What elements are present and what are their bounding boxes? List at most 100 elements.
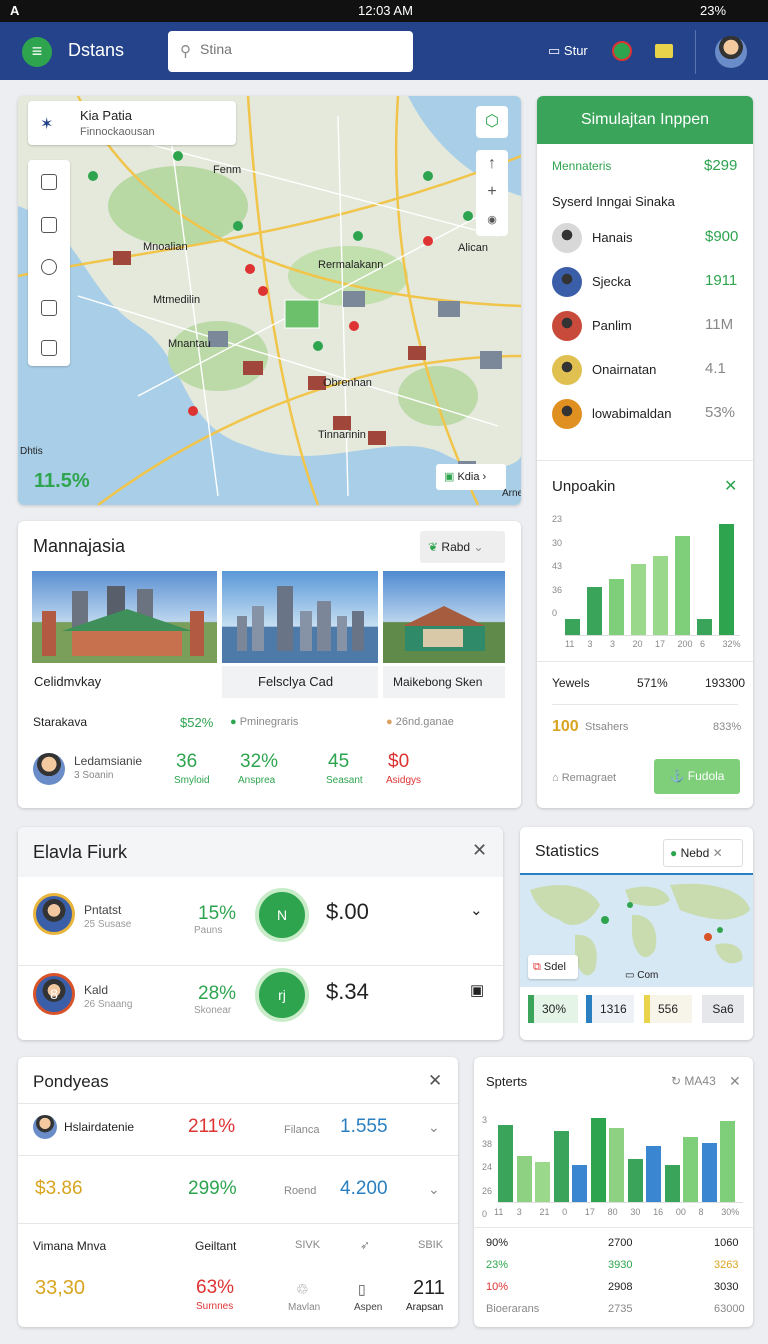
user-avatar[interactable]: [715, 36, 747, 68]
item-value: 1911: [705, 272, 738, 289]
chart-bar: [590, 1118, 606, 1202]
shield-icon[interactable]: ⬡: [476, 106, 508, 138]
status-badge[interactable]: N: [255, 888, 309, 942]
nebd-label: Nebd: [680, 846, 710, 860]
close-icon[interactable]: ✕: [729, 1073, 741, 1090]
tile-image[interactable]: [32, 571, 217, 663]
x-tick: 200: [677, 639, 693, 649]
map-toolbar: [28, 160, 70, 366]
zoom-in-button[interactable]: +: [476, 178, 508, 206]
grid-icon[interactable]: [41, 300, 57, 316]
message-icon[interactable]: [655, 44, 673, 58]
tag-icon: ●: [386, 716, 393, 728]
y-tick: 3: [482, 1115, 488, 1125]
chevron-down-icon[interactable]: ⌄: [470, 901, 483, 919]
x-tick: 80: [607, 1207, 618, 1217]
item-name: Sjecka: [592, 274, 632, 289]
book-icon[interactable]: [41, 340, 57, 356]
save-icon[interactable]: ▣: [470, 981, 484, 999]
chart-bar: [720, 1121, 735, 1202]
item-value: 53%: [705, 404, 736, 421]
compass-icon[interactable]: [41, 259, 57, 275]
map-label: Dhtis: [20, 446, 43, 457]
map-card[interactable]: Fenm Mnoalian Rermalakann Mtmedilin Alic…: [18, 96, 521, 505]
map-label: Alican: [458, 242, 488, 254]
row-name: Hslairdatenie: [64, 1120, 135, 1134]
map-chip-label: Kdia: [457, 471, 480, 483]
fudola-button[interactable]: ⚓ Fudola: [654, 759, 740, 794]
handshake-icon[interactable]: ♲: [296, 1281, 309, 1298]
chevron-down-icon[interactable]: ⌄: [428, 1119, 440, 1136]
icon-label: Arapsan: [406, 1302, 444, 1313]
stat-value: $0: [388, 751, 410, 772]
item-value: 11M: [705, 316, 734, 333]
chart-bar: [572, 1164, 587, 1202]
close-icon[interactable]: ✕: [713, 846, 723, 860]
location-icon: ✶: [40, 116, 54, 133]
bar-chart: [565, 516, 740, 636]
rabd-dropdown[interactable]: ❦ Rabd ⌄: [420, 531, 505, 563]
nebd-tag[interactable]: ● Nebd ✕: [663, 839, 743, 867]
map-chip[interactable]: ▣ Kdia ›: [436, 464, 506, 490]
shares-count: 100: [552, 718, 579, 735]
search-box[interactable]: ⚲: [168, 31, 413, 72]
nav-stur[interactable]: ▭ Stur: [548, 43, 588, 59]
map-label: Mtmedilin: [153, 294, 201, 306]
menu-icon[interactable]: ≡: [22, 37, 52, 67]
row-pct: 299%: [188, 1178, 237, 1199]
place-card[interactable]: ✶ Kia Patia Finnockaousan: [28, 101, 236, 145]
row-amount: 33,30: [35, 1277, 86, 1299]
item-name: lowabimaldan: [592, 406, 672, 421]
cell: 1060: [714, 1237, 739, 1249]
arrow-up-icon[interactable]: ↑: [476, 150, 508, 178]
manage-label: Remagraet: [561, 772, 617, 784]
x-tick: 3: [516, 1207, 522, 1217]
map-canvas[interactable]: [18, 96, 521, 505]
place-subtitle: Finnockaousan: [80, 126, 155, 138]
close-icon[interactable]: ✕: [472, 840, 487, 861]
close-icon[interactable]: ✕: [724, 476, 737, 496]
close-icon[interactable]: ✕: [428, 1071, 442, 1091]
row-amount: $.00: [326, 899, 369, 924]
layers-icon[interactable]: [41, 174, 57, 190]
cell: 2735: [608, 1303, 633, 1315]
spterts-card: Spterts ↻ MA43 ✕ 3 38 24 26 0 11 3 21 0 17 80 30 16…: [474, 1057, 753, 1327]
cell: 23%: [486, 1259, 509, 1271]
stat-value: 36: [176, 751, 198, 772]
row-value: 1.555: [340, 1116, 388, 1137]
manage-link[interactable]: ⌂ Remagraet: [552, 772, 616, 784]
stat-value: 45: [328, 751, 350, 772]
sdel-chip[interactable]: ⧉ Sdel: [528, 955, 578, 979]
notification-icon[interactable]: [612, 41, 632, 61]
divider: [18, 1223, 458, 1224]
row-pct: $52%: [180, 715, 214, 730]
stat-chip[interactable]: Sa6: [702, 995, 744, 1023]
app-bar: ≡ Dstans ⚲ ▭ Stur: [0, 22, 768, 80]
item-avatar: [552, 267, 582, 297]
building-icon[interactable]: [41, 217, 57, 233]
tile-image[interactable]: [383, 571, 505, 663]
map-label: Tinnarinin: [318, 429, 366, 441]
person-name: Ledamsianie: [74, 754, 143, 768]
row-value: 4.200: [340, 1178, 388, 1199]
chevron-down-icon[interactable]: ⌄: [428, 1181, 440, 1198]
locate-icon[interactable]: ◉: [476, 206, 508, 234]
row-sub: 25 Susase: [84, 919, 132, 930]
item-avatar: [552, 223, 582, 253]
search-input[interactable]: [200, 41, 400, 57]
send-icon[interactable]: ➶: [360, 1238, 370, 1252]
map-label: Rermalakann: [318, 259, 384, 271]
yewels-pct: 571%: [637, 676, 668, 690]
stat-chip[interactable]: 30%: [528, 995, 578, 1023]
doc-icon[interactable]: ▯: [358, 1281, 366, 1298]
stat-chip[interactable]: 556: [644, 995, 692, 1023]
row-pct: 211%: [188, 1116, 236, 1137]
tile-image[interactable]: [222, 571, 378, 663]
bar-chart: [498, 1109, 743, 1203]
stat-chip[interactable]: 1316: [586, 995, 634, 1023]
row-sub: 26 Snaang: [84, 999, 133, 1010]
map-label: Mnoalian: [143, 241, 188, 253]
chart-bar: [553, 1130, 569, 1202]
status-badge[interactable]: rj: [255, 968, 309, 1022]
x-axis: 11 3 21 0 17 80 30 16 00 8 30%: [494, 1207, 744, 1219]
